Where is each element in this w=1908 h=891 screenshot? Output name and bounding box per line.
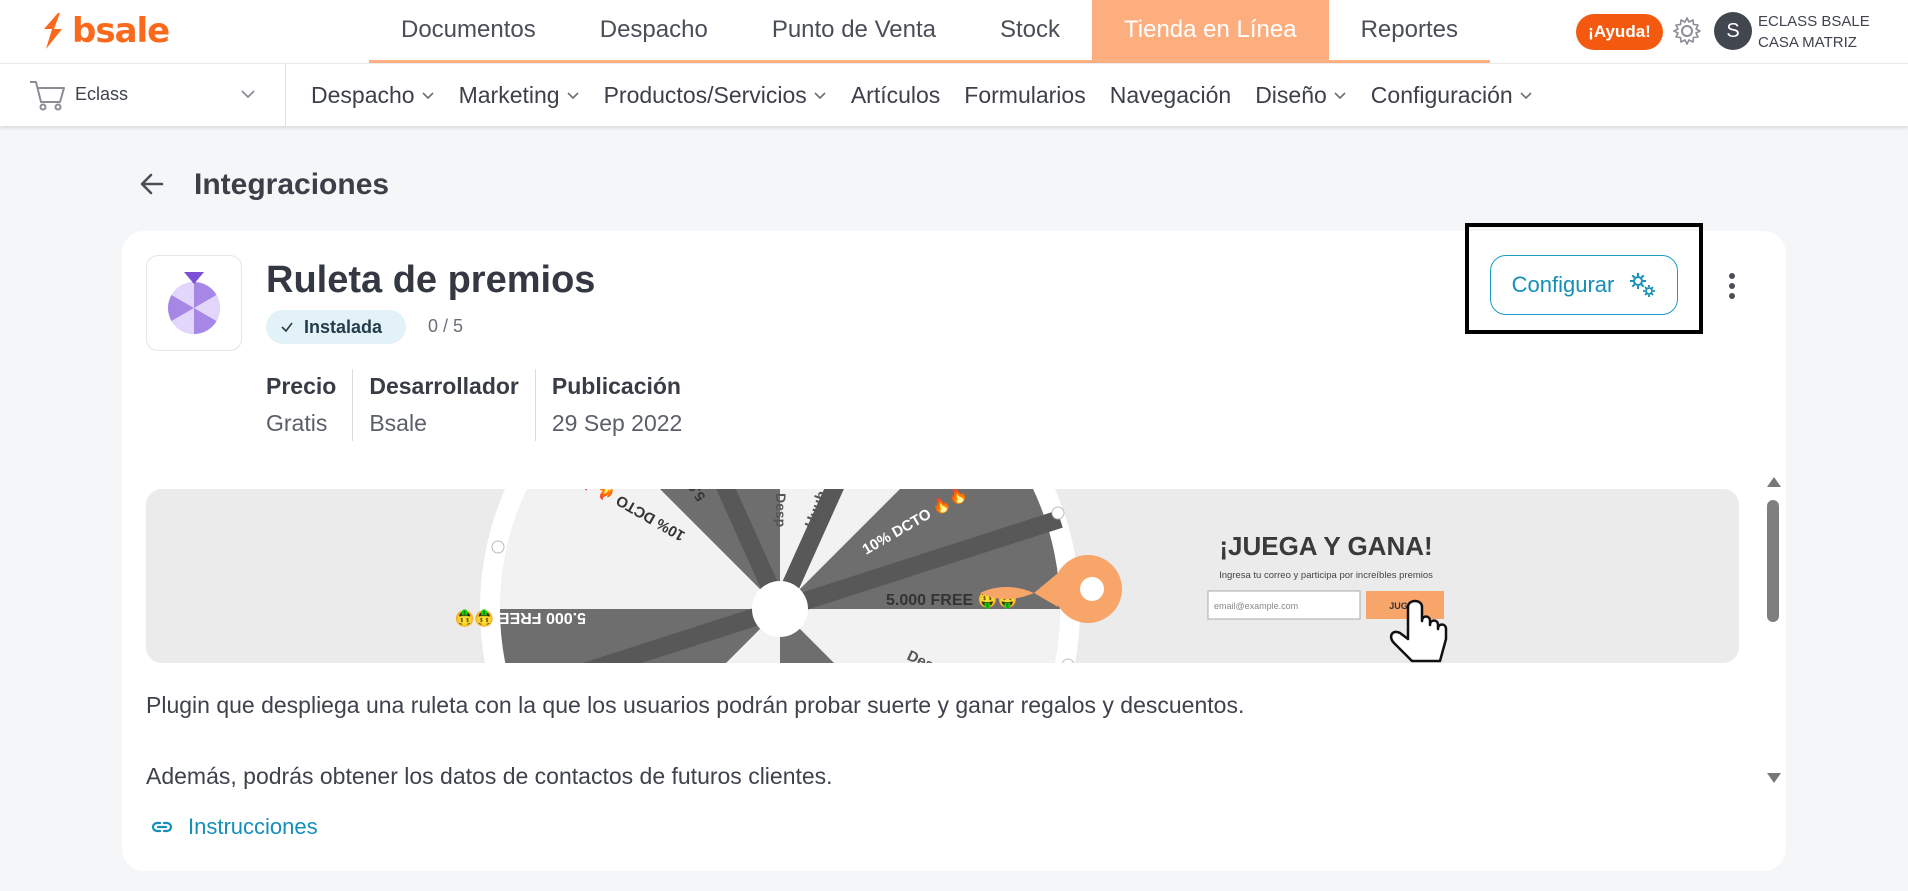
main-nav-despacho[interactable]: Despacho [568,0,740,60]
sub-nav-label: Diseño [1255,81,1327,108]
configure-button-label: Configurar [1511,272,1615,297]
settings-gear-icon[interactable] [1670,14,1704,48]
banner-email-placeholder: email@example.com [1214,601,1298,611]
main-nav-punto-de-venta[interactable]: Punto de Venta [740,0,968,60]
main-nav-reportes[interactable]: Reportes [1329,0,1490,60]
link-icon [151,821,173,833]
sub-bar: Eclass Despacho Marketing Productos/Serv… [0,63,1908,126]
sub-nav-marketing[interactable]: Marketing [459,82,580,109]
app-description-2: Además, podrás obtener los datos de cont… [146,763,833,789]
scroll-up-arrow[interactable] [1767,477,1781,487]
user-company: ECLASS BSALE [1758,13,1870,30]
more-options-icon[interactable] [1720,268,1744,304]
main-nav-documentos[interactable]: Documentos [369,0,568,60]
banner-subtext: Ingresa tu correo y participa por increí… [1219,570,1433,581]
top-bar: bsale Documentos Despacho Punto de Venta… [0,0,1908,63]
app-description-1: Plugin que despliega una ruleta con la q… [146,692,1245,718]
logo-text: bsale [72,11,170,51]
store-selector[interactable]: Eclass [0,64,286,126]
sub-nav-articulos[interactable]: Artículos [851,82,940,109]
meta-label: Publicación [551,373,681,399]
meta-value: Gratis [266,410,328,436]
scroll-down-arrow[interactable] [1767,773,1781,783]
sub-nav-productos-servicios[interactable]: Productos/Servicios [604,82,827,109]
user-branch: CASA MATRIZ [1758,34,1857,51]
sub-nav-label: Navegación [1109,81,1232,108]
chevron-down-icon [814,92,826,100]
scrollbar-thumb[interactable] [1767,500,1779,622]
app-banner-image: 5.000 FREE 🤑🤑 5.000 FREE 🤑🤑 10% DCTO 🔥🔥 … [146,489,1739,663]
user-info[interactable]: ECLASS BSALE CASA MATRIZ [1758,11,1870,53]
sub-nav-label: Configuración [1370,81,1513,108]
status-badge-label: Instalada [304,316,383,337]
banner-headline: ¡JUEGA Y GANA! [1219,531,1432,561]
sub-nav-configuracion[interactable]: Configuración [1371,82,1533,109]
wheel-label: Desp [773,493,789,527]
sub-nav-label: Despacho [311,81,415,108]
main-nav: Documentos Despacho Punto de Venta Stock… [369,0,1490,63]
main-nav-tienda-en-linea[interactable]: Tienda en Línea [1092,0,1329,60]
gears-icon [1630,273,1656,297]
chevron-down-icon [1334,92,1346,100]
installed-status-badge: Instalada [266,310,407,344]
back-arrow-icon[interactable] [136,168,168,200]
meta-precio: Precio Gratis [266,369,352,441]
app-meta: Precio Gratis Desarrollador Bsale Public… [266,369,698,441]
check-icon [281,322,293,333]
sub-nav-label: Productos/Servicios [603,81,807,108]
sub-nav-label: Marketing [458,81,560,108]
chevron-down-icon [241,90,255,99]
sub-nav-despacho[interactable]: Despacho [311,82,435,109]
meta-value: 29 Sep 2022 [551,410,683,436]
bsale-logo-mark-icon [44,13,62,49]
instructions-link[interactable]: Instrucciones [150,814,318,840]
meta-value: Bsale [369,410,427,436]
help-button[interactable]: ¡Ayuda! [1576,14,1663,50]
meta-desarrollador: Desarrollador Bsale [352,369,535,441]
store-selector-value: Eclass [75,84,129,104]
meta-publicacion: Publicación 29 Sep 2022 [534,369,698,441]
app-rating: 0 / 5 [428,316,464,336]
page-title: Integraciones [194,168,390,201]
wheel-label: 5.000 FREE 🤑🤑 [455,609,586,627]
sub-nav-label: Formularios [964,81,1086,108]
instructions-link-label: Instrucciones [188,814,318,839]
user-avatar[interactable]: S [1714,12,1752,50]
shopping-cart-icon [30,81,65,111]
configure-button[interactable]: Configurar [1490,255,1678,315]
meta-label: Precio [266,373,337,399]
chevron-down-icon [422,92,434,100]
chevron-down-icon [566,92,579,100]
sub-nav-label: Artículos [850,81,941,108]
sub-nav: Despacho Marketing Productos/Servicios A… [311,64,1533,126]
app-title: Ruleta de premios [266,259,596,301]
prize-wheel-illustration: 5.000 FREE 🤑🤑 5.000 FREE 🤑🤑 10% DCTO 🔥🔥 … [146,489,1739,663]
chevron-down-icon [1520,92,1532,100]
prize-wheel-icon [168,272,220,334]
bsale-logo[interactable]: bsale [38,10,170,52]
sub-nav-formularios[interactable]: Formularios [964,82,1085,109]
sub-nav-navegacion[interactable]: Navegación [1110,82,1231,109]
app-icon [146,255,242,351]
meta-label: Desarrollador [369,373,519,399]
main-nav-stock[interactable]: Stock [968,0,1092,60]
sub-nav-diseno[interactable]: Diseño [1255,82,1347,109]
